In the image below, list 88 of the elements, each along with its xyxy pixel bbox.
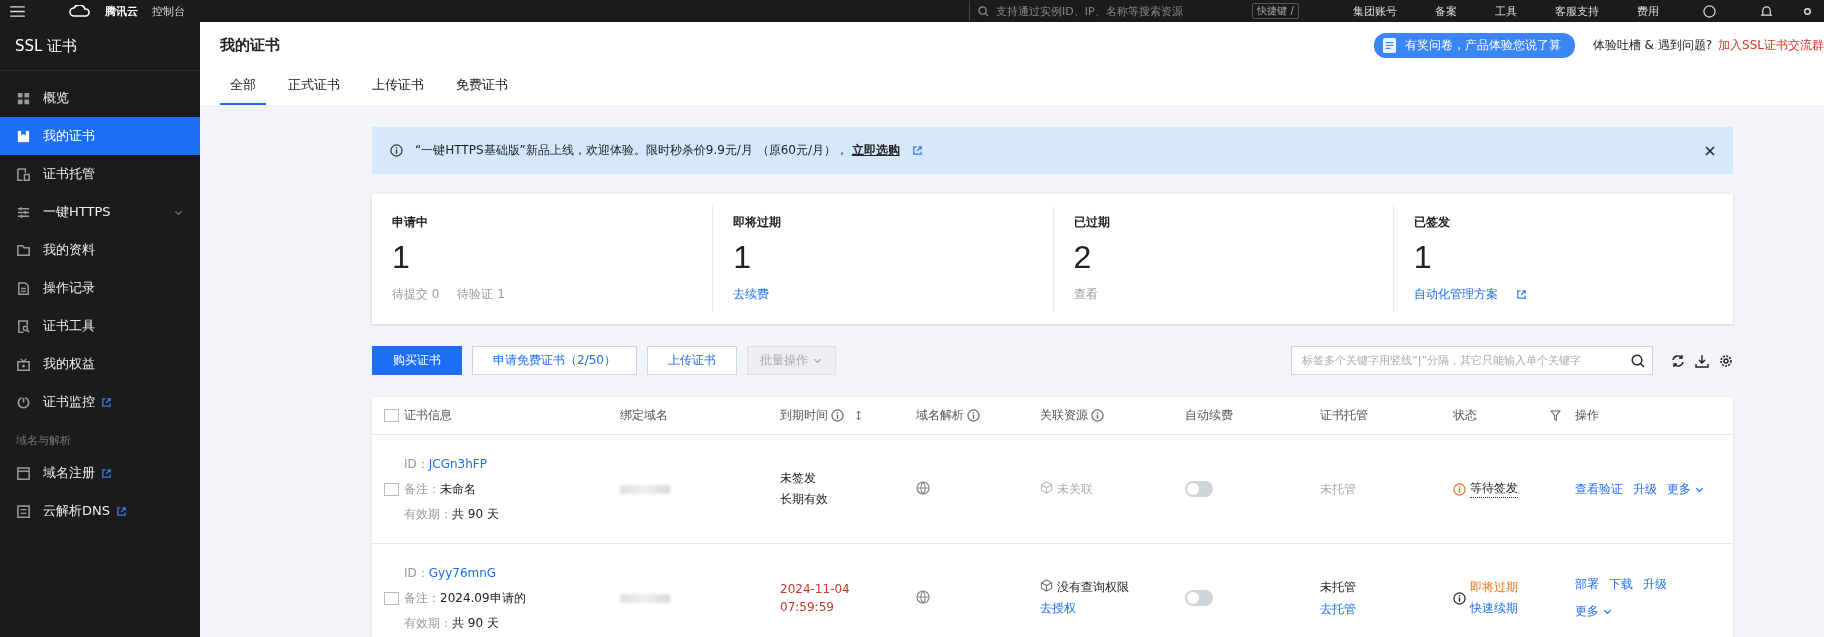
- stat-detail: 查看: [1073, 286, 1098, 303]
- stat-value: 1: [733, 239, 753, 276]
- sidebar-item[interactable]: 我的证书: [0, 117, 200, 155]
- field-value: 2024.09申请的: [440, 590, 526, 605]
- action-link[interactable]: 升级: [1633, 480, 1657, 498]
- expiry-text: 2024-11-04: [780, 582, 851, 596]
- console-link[interactable]: 控制台: [152, 3, 185, 19]
- tab[interactable]: 全部: [220, 70, 266, 105]
- notice-text: “一键HTTPS基础版”新品上线，欢迎体验。限时秒杀价9.9元/月 （原60元/月）， 立即选购: [415, 142, 900, 159]
- hosting-link[interactable]: 去托管: [1320, 600, 1453, 618]
- sidebar-item[interactable]: 我的资料: [0, 231, 200, 269]
- field-label: ID：: [404, 456, 429, 471]
- sidebar-item[interactable]: 一键HTTPS: [0, 193, 200, 231]
- survey-button[interactable]: 有奖问卷，产品体验您说了算: [1373, 32, 1575, 58]
- sidebar-item[interactable]: 证书监控: [0, 383, 200, 421]
- column-header: 操作: [1575, 407, 1599, 424]
- column-header: 绑定域名: [620, 407, 668, 424]
- stat-value: 2: [1073, 239, 1093, 276]
- stat-link[interactable]: 去续费: [733, 286, 770, 303]
- sidebar-item[interactable]: 域名注册: [0, 454, 200, 492]
- tab[interactable]: 免费证书: [446, 70, 518, 105]
- field-label: 备注：: [404, 590, 440, 605]
- more-menu-link[interactable]: 更多: [1575, 603, 1613, 620]
- certificate-id-link[interactable]: Gyy76mnG: [428, 565, 497, 580]
- sidebar-item[interactable]: 概览: [0, 79, 200, 117]
- resource-text: 未关联: [1057, 480, 1093, 498]
- search-field[interactable]: 标签多个关键字用竖线“|”分隔，其它只能输入单个关键字: [1291, 346, 1653, 375]
- field-value: 共 90 天: [452, 615, 499, 630]
- hosting-status: 未托管: [1320, 578, 1357, 596]
- field-label: ID：: [404, 565, 429, 580]
- stat-value: 1: [392, 239, 411, 276]
- tab[interactable]: 上传证书: [362, 70, 434, 105]
- shortcut-hint: 快捷键 /: [1252, 3, 1299, 19]
- field-label: 备注：: [404, 481, 440, 496]
- brand-name: 腾讯云: [105, 3, 138, 19]
- feedback-text: 体验吐槽 & 遇到问题?: [1592, 36, 1713, 54]
- stat-label: 已过期: [1073, 214, 1111, 231]
- resource-text: 没有查询权限: [1057, 579, 1129, 596]
- top-nav-link[interactable]: 客服支持: [1555, 3, 1599, 19]
- field-value: 共 90 天: [452, 506, 499, 521]
- column-header: 证书信息: [404, 407, 452, 424]
- top-nav-link[interactable]: 备案: [1435, 3, 1457, 19]
- sidebar-item[interactable]: 操作记录: [0, 269, 200, 307]
- action-button[interactable]: 上传证书: [646, 346, 737, 375]
- top-nav-link[interactable]: 费用: [1637, 3, 1659, 19]
- field-label: 有效期：: [404, 506, 452, 521]
- status-text: 即将过期: [1470, 579, 1518, 596]
- sidebar-item[interactable]: 我的权益: [0, 345, 200, 383]
- stat-detail: 待提交 0: [392, 286, 440, 303]
- field-value: 未命名: [440, 481, 476, 496]
- page-title: 我的证书: [220, 35, 280, 55]
- expiry-text: 长期有效: [780, 491, 829, 508]
- column-header: 关联资源: [1040, 407, 1088, 424]
- column-header: 域名解析: [916, 407, 964, 424]
- column-header: 证书托管: [1320, 407, 1368, 424]
- hosting-status: 未托管: [1320, 480, 1357, 498]
- field-label: 有效期：: [404, 615, 452, 630]
- top-nav-link[interactable]: 集团账号: [1353, 3, 1397, 19]
- column-header: 到期时间: [780, 407, 828, 424]
- action-link[interactable]: 查看验证: [1575, 480, 1623, 498]
- authorize-link[interactable]: 去授权: [1040, 600, 1076, 617]
- sidebar-item[interactable]: 证书工具: [0, 307, 200, 345]
- stat-label: 已签发: [1413, 214, 1451, 231]
- action-button[interactable]: 申请免费证书（2/50）: [472, 346, 637, 375]
- stat-detail: 待验证 1: [457, 286, 505, 303]
- sidebar-item[interactable]: 云解析DNS: [0, 492, 200, 530]
- stat-value: 1: [1413, 239, 1433, 276]
- action-link[interactable]: 下载: [1609, 576, 1633, 593]
- column-header: 状态: [1453, 407, 1477, 424]
- action-button[interactable]: 购买证书: [372, 346, 462, 375]
- action-link[interactable]: 部署: [1575, 576, 1599, 593]
- sidebar-section-heading: 域名与解析: [15, 433, 72, 449]
- expiry-text: 未签发: [780, 470, 817, 487]
- stat-label: 即将过期: [733, 214, 783, 231]
- community-link[interactable]: 加入SSL证书交流群: [1718, 36, 1824, 54]
- action-link[interactable]: 升级: [1643, 576, 1667, 593]
- expiry-text: 07:59:59: [780, 600, 835, 614]
- buy-now-link[interactable]: 立即选购: [851, 143, 900, 157]
- column-header: 自动续费: [1185, 407, 1233, 424]
- status-text: 等待签发: [1470, 480, 1518, 498]
- stat-link[interactable]: 自动化管理方案: [1413, 286, 1498, 303]
- sidebar-item[interactable]: 证书托管: [0, 155, 200, 193]
- top-nav-link[interactable]: 工具: [1495, 3, 1517, 19]
- renew-link[interactable]: 快速续期: [1470, 600, 1518, 617]
- certificate-id-link[interactable]: JCGn3hFP: [428, 456, 487, 471]
- stat-label: 申请中: [392, 214, 429, 231]
- more-menu-link[interactable]: 更多: [1667, 480, 1705, 498]
- tab[interactable]: 正式证书: [278, 70, 350, 105]
